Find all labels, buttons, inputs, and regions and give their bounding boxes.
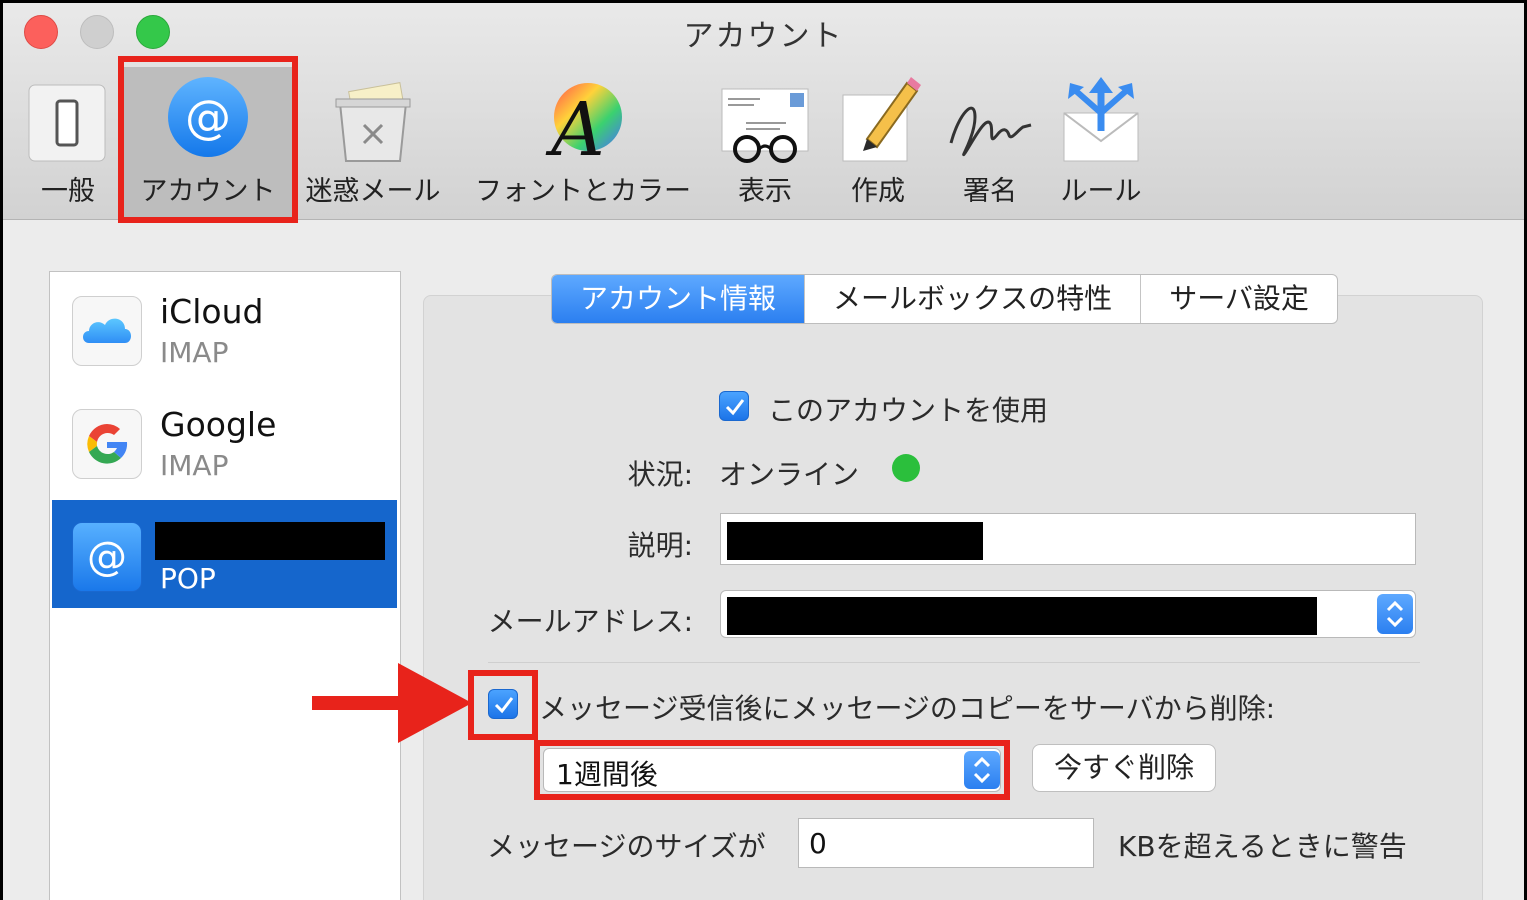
account-type: IMAP xyxy=(160,449,229,482)
checkmark-icon xyxy=(725,399,745,416)
delete-period-select[interactable]: 1週間後 xyxy=(543,748,1001,792)
settings-tabs: アカウント情報 メールボックスの特性 サーバ設定 xyxy=(551,274,1338,324)
tab-rules[interactable]: ルール xyxy=(1051,67,1151,217)
rules-envelope-icon xyxy=(1056,73,1146,169)
email-label: メールアドレス: xyxy=(487,605,693,638)
account-name: Google xyxy=(160,405,277,444)
svg-text:@: @ xyxy=(87,534,127,580)
tab-signatures[interactable]: 署名 xyxy=(940,67,1040,217)
size-limit-field[interactable]: 0 xyxy=(798,818,1094,868)
at-sign-icon: @ xyxy=(72,522,142,592)
tab-mailbox-behaviors[interactable]: メールボックスの特性 xyxy=(804,275,1140,323)
svg-text:A: A xyxy=(545,87,604,169)
redacted-account-name xyxy=(155,522,385,560)
description-label: 説明: xyxy=(627,529,693,562)
email-select[interactable] xyxy=(720,590,1416,638)
tab-account-info[interactable]: アカウント情報 xyxy=(552,275,805,323)
account-type: POP xyxy=(160,562,216,595)
google-icon xyxy=(72,409,142,479)
glasses-letter-icon xyxy=(720,73,810,169)
section-divider xyxy=(488,662,1420,663)
account-list: iCloud IMAP Google IMAP @ POP xyxy=(49,271,401,900)
tab-fonts-colors[interactable]: A フォントとカラー xyxy=(468,67,698,217)
icloud-icon xyxy=(72,296,142,366)
preferences-toolbar: アカウント 一般 @ アカウント 迷惑メール A フォントとカラー 表示 作成 … xyxy=(3,3,1524,223)
tab-general[interactable]: 一般 xyxy=(13,67,123,217)
delete-period-value: 1週間後 xyxy=(556,758,658,791)
red-arrow-icon xyxy=(312,663,472,743)
account-name: iCloud xyxy=(160,292,264,331)
description-field[interactable] xyxy=(720,513,1416,565)
tab-fonts-colors-label: フォントとカラー xyxy=(475,176,691,207)
svg-text:@: @ xyxy=(185,90,231,144)
tab-rules-label: ルール xyxy=(1060,176,1142,207)
tab-signatures-label: 署名 xyxy=(963,176,1017,207)
delete-copy-label: メッセージ受信後にメッセージのコピーをサーバから削除: xyxy=(539,692,1276,725)
checkmark-icon xyxy=(494,697,514,714)
tab-junk-mail-label: 迷惑メール xyxy=(305,176,441,207)
font-color-icon: A xyxy=(538,73,628,173)
junk-trash-icon xyxy=(328,73,418,169)
size-limit-value: 0 xyxy=(809,827,827,860)
tab-composing[interactable]: 作成 xyxy=(828,67,928,217)
enable-account-label: このアカウントを使用 xyxy=(768,394,1049,427)
tab-accounts-label: アカウント xyxy=(140,176,276,207)
account-item-icloud[interactable]: iCloud IMAP xyxy=(52,274,397,382)
tab-junk-mail[interactable]: 迷惑メール xyxy=(301,67,445,217)
pencil-paper-icon xyxy=(833,73,923,169)
redacted-email xyxy=(727,597,1317,635)
online-status-dot xyxy=(892,454,920,482)
account-item-google[interactable]: Google IMAP xyxy=(52,387,397,495)
window-title: アカウント xyxy=(683,19,844,54)
size-warning-label: メッセージのサイズが xyxy=(487,830,766,863)
general-switch-icon xyxy=(23,73,113,169)
delete-now-button[interactable]: 今すぐ削除 xyxy=(1032,744,1216,792)
redacted-description xyxy=(727,522,983,560)
chevron-updown-icon xyxy=(964,751,1000,789)
status-value: オンライン xyxy=(719,458,860,491)
signature-icon xyxy=(945,73,1035,169)
tab-viewing-label: 表示 xyxy=(738,176,792,207)
enable-account-checkbox[interactable] xyxy=(719,391,749,421)
tab-general-label: 一般 xyxy=(41,176,95,207)
mail-preferences-window: アカウント 一般 @ アカウント 迷惑メール A フォントとカラー 表示 作成 … xyxy=(3,3,1524,900)
tab-server-settings[interactable]: サーバ設定 xyxy=(1140,275,1337,323)
account-type: IMAP xyxy=(160,336,229,369)
chevron-updown-icon xyxy=(1377,594,1413,634)
delete-copy-checkbox[interactable] xyxy=(488,689,518,719)
tab-accounts[interactable]: @ アカウント xyxy=(124,67,292,217)
account-item-pop[interactable]: @ POP xyxy=(52,500,397,608)
tab-composing-label: 作成 xyxy=(851,176,905,207)
at-sign-icon: @ xyxy=(163,73,253,169)
size-warning-suffix: KBを超えるときに警告 xyxy=(1118,830,1407,863)
status-label: 状況: xyxy=(627,458,693,491)
tab-viewing[interactable]: 表示 xyxy=(715,67,815,217)
